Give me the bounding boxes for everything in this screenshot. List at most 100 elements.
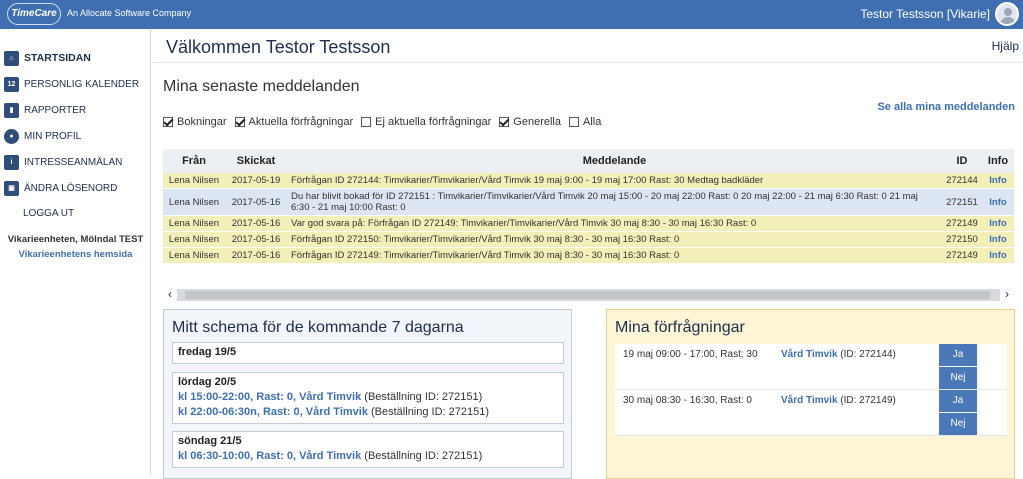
user-name[interactable]: Testor Testsson [Vikarie] xyxy=(860,7,990,21)
request-unit-name: Vård Timvik xyxy=(781,395,838,406)
sidebar-item-personlig-kalender[interactable]: 12 Personlig kalender xyxy=(0,71,151,97)
day-title: lördag 20/5 xyxy=(178,376,237,388)
cell-info[interactable]: Info xyxy=(982,215,1014,232)
cell-sent: 2017-05-16 xyxy=(225,247,287,264)
filter-0[interactable]: Bokningar xyxy=(163,116,227,128)
shift-link[interactable]: kl 15:00-22:00, Rast: 0, Vård Timvik xyxy=(178,391,361,403)
request-time: 19 maj 09:00 - 17:00, Rast: 30 xyxy=(623,349,758,360)
cell-info[interactable]: Info xyxy=(982,173,1014,189)
scrollbar-thumb[interactable] xyxy=(185,291,990,299)
cell-sent: 2017-05-16 xyxy=(225,188,287,216)
avatar-icon[interactable] xyxy=(995,2,1019,26)
shift-reference: (Beställning ID: 272151) xyxy=(361,391,483,403)
table-row[interactable]: Lena Nilsen 2017-05-16 Förfrågan ID 272149… xyxy=(163,247,1014,264)
help-link[interactable]: Hjälp xyxy=(992,39,1019,53)
schedule-title: Mitt schema för de kommande 7 dagarna xyxy=(172,319,464,336)
calendar-icon: 12 xyxy=(4,76,19,92)
cell-info[interactable]: Info xyxy=(982,188,1014,216)
cell-info[interactable]: Info xyxy=(982,231,1014,248)
sidebar-item-label: Min profil xyxy=(24,130,82,142)
request-time: 30 maj 08:30 - 16:30, Rast: 0 xyxy=(623,395,752,406)
table-row[interactable]: Lena Nilsen 2017-05-16 Du har blivit bokad… xyxy=(163,188,1014,216)
cell-sent: 2017-05-16 xyxy=(225,215,287,232)
request-unit: Vård Timvik (ID: 272144) xyxy=(781,349,896,360)
shift-link[interactable]: kl 06:30-10:00, Rast: 0, Vård Timvik xyxy=(178,450,361,462)
accept-button[interactable]: Ja xyxy=(939,344,977,366)
decline-button[interactable]: Nej xyxy=(939,367,977,389)
requests-title: Mina förfrågningar xyxy=(615,319,745,336)
filter-4[interactable]: Alla xyxy=(569,116,601,128)
see-all-messages-link[interactable]: Se alla mina meddelanden xyxy=(877,101,1015,113)
message-filters: Bokningar Aktuella förfrågningar Ej aktuel… xyxy=(163,115,609,129)
table-row[interactable]: Lena Nilsen 2017-05-19 Förfrågan ID 272144… xyxy=(163,173,1014,189)
accept-button[interactable]: Ja xyxy=(939,390,977,412)
column-header-id[interactable]: ID xyxy=(942,149,982,173)
decline-button[interactable]: Nej xyxy=(939,413,977,435)
filter-1[interactable]: Aktuella förfrågningar xyxy=(234,116,354,128)
sidebar-item-label: Rapporter xyxy=(24,104,87,116)
request-unit: Vård Timvik (ID: 272149) xyxy=(781,395,896,406)
scroll-left-icon[interactable]: ‹ xyxy=(163,287,177,301)
filter-label: Aktuella förfrågningar xyxy=(248,116,354,128)
shift-link[interactable]: kl 22:00-06:30n, Rast: 0, Vård Timvik xyxy=(178,406,368,418)
chart-icon: ▮ xyxy=(4,102,19,118)
checkbox[interactable] xyxy=(163,117,173,127)
timecare-logo[interactable]: TimeCare xyxy=(7,3,61,25)
table-row[interactable]: Lena Nilsen 2017-05-16 Förfrågan ID 272150… xyxy=(163,231,1014,248)
schedule-day: lördag 20/5 kl 15:00-22:00, Rast: 0, Vård… xyxy=(172,372,564,424)
cell-from: Lena Nilsen xyxy=(163,188,225,216)
column-header-info[interactable]: Info xyxy=(982,149,1014,173)
checkbox[interactable] xyxy=(569,117,579,127)
request-item: 30 maj 08:30 - 16:30, Rast: 0 Vård Timvik… xyxy=(615,390,1007,436)
filter-3[interactable]: Generella xyxy=(499,116,561,128)
filter-2[interactable]: Ej aktuella förfrågningar xyxy=(361,116,491,128)
checkbox[interactable] xyxy=(234,117,245,127)
checkbox[interactable] xyxy=(499,117,510,127)
sidebar-item-label: Intresseanmälan xyxy=(24,156,123,168)
unit-name: Vikarieenheten, Mölndal TEST xyxy=(7,234,144,245)
table-row[interactable]: Lena Nilsen 2017-05-16 Var god svara på: F… xyxy=(163,215,1014,232)
sidebar-item-label: Personlig kalender xyxy=(24,78,140,90)
sidebar-item-intresseanmalan[interactable]: i Intresseanmälan xyxy=(0,149,151,175)
company-tagline: An Allocate Software Company xyxy=(67,8,192,18)
sidebar-item-startsidan[interactable]: ⌂ Startsidan xyxy=(0,45,151,71)
logout-link[interactable]: LOGGA UT xyxy=(23,208,74,219)
checkbox[interactable] xyxy=(361,117,372,127)
cell-from: Lena Nilsen xyxy=(163,247,225,264)
column-header-from[interactable]: Från xyxy=(163,149,225,173)
filter-label: Ej aktuella förfrågningar xyxy=(375,116,492,128)
cell-id: 272149 xyxy=(942,215,982,232)
cell-message: Du har blivit bokad för ID 272151 : Timv… xyxy=(287,188,942,216)
cell-sent: 2017-05-19 xyxy=(225,173,287,189)
unit-homepage-link[interactable]: Vikarieenhetens hemsida xyxy=(0,249,151,260)
shift-entry: kl 06:30-10:00, Rast: 0, Vård Timvik (Be… xyxy=(178,449,558,464)
schedule-day: fredag 19/5 xyxy=(172,342,564,364)
sidebar-item-min-profil[interactable]: ● Min profil xyxy=(0,123,151,149)
cell-id: 272150 xyxy=(942,231,982,248)
sidebar-item-rapporter[interactable]: ▮ Rapporter xyxy=(0,97,151,123)
sidebar-item-label: Startsidan xyxy=(24,52,91,64)
main-content: Välkommen Testor Testsson Hjälp Mina sen… xyxy=(152,29,1023,479)
filter-label: Generella xyxy=(513,116,561,128)
cell-info[interactable]: Info xyxy=(982,247,1014,264)
cell-id: 272149 xyxy=(942,247,982,264)
sidebar: ⌂ Startsidan 12 Personlig kalender ▮ Rap… xyxy=(0,29,151,475)
top-bar: TimeCare An Allocate Software Company Te… xyxy=(0,0,1023,29)
filter-label: Alla xyxy=(583,116,602,128)
request-item: 19 maj 09:00 - 17:00, Rast: 30 Vård Timvi… xyxy=(615,344,1007,390)
profile-icon: ● xyxy=(4,128,19,144)
cell-from: Lena Nilsen xyxy=(163,173,225,189)
column-header-sent[interactable]: Skickat xyxy=(225,149,287,173)
divider xyxy=(152,62,1023,63)
column-header-message[interactable]: Meddelande xyxy=(287,149,942,173)
lock-icon: ▣ xyxy=(4,180,19,196)
day-title: söndag 21/5 xyxy=(178,435,242,447)
cell-from: Lena Nilsen xyxy=(163,215,225,232)
home-icon: ⌂ xyxy=(4,50,19,66)
sidebar-item-andra-losenord[interactable]: ▣ Ändra lösenord xyxy=(0,175,151,201)
cell-id: 272144 xyxy=(942,173,982,189)
cell-id: 272151 xyxy=(942,188,982,216)
horizontal-scrollbar[interactable]: ‹ › xyxy=(163,287,1014,301)
day-title: fredag 19/5 xyxy=(178,346,237,358)
scroll-right-icon[interactable]: › xyxy=(1000,287,1014,301)
